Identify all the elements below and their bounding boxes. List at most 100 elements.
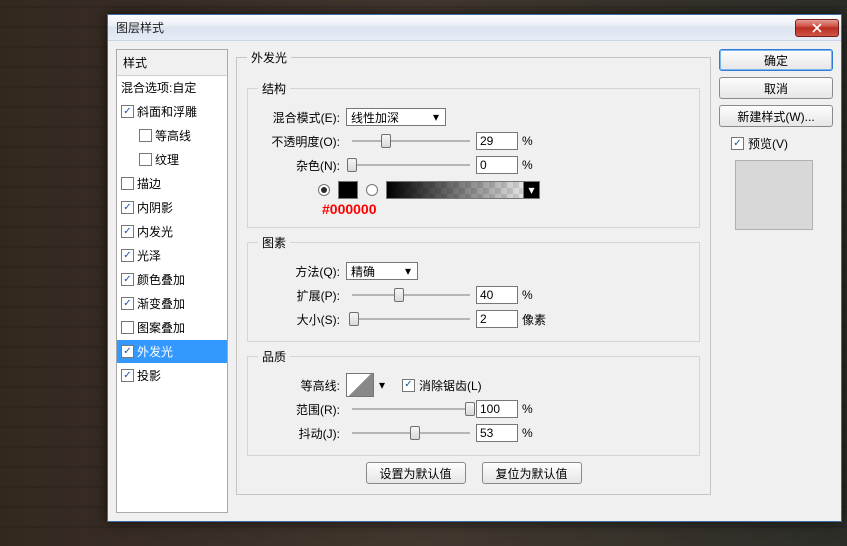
chevron-down-icon: ▾: [401, 264, 415, 278]
preview-label: 预览(V): [748, 135, 788, 152]
style-checkbox[interactable]: [121, 225, 134, 238]
style-checkbox[interactable]: [121, 321, 134, 334]
range-slider[interactable]: [352, 401, 470, 417]
close-icon: [812, 23, 822, 33]
style-item-10[interactable]: 外发光: [117, 340, 227, 364]
style-item-label: 纹理: [155, 151, 179, 168]
style-item-5[interactable]: 内发光: [117, 220, 227, 244]
style-item-label: 投影: [137, 367, 161, 384]
style-item-label: 斜面和浮雕: [137, 103, 197, 120]
make-default-button[interactable]: 设置为默认值: [366, 462, 466, 484]
style-item-label: 光泽: [137, 247, 161, 264]
style-item-11[interactable]: 投影: [117, 364, 227, 388]
style-checkbox[interactable]: [121, 249, 134, 262]
quality-legend: 品质: [258, 348, 290, 365]
reset-default-button[interactable]: 复位为默认值: [482, 462, 582, 484]
style-checkbox[interactable]: [121, 105, 134, 118]
blendmode-combo[interactable]: 线性加深 ▾: [346, 108, 446, 126]
jitter-slider[interactable]: [352, 425, 470, 441]
element-group: 图素 方法(Q): 精确 ▾ 扩展(P): 40 %: [247, 234, 700, 342]
preview-checkbox[interactable]: [731, 137, 744, 150]
color-swatch[interactable]: [338, 181, 358, 199]
chevron-down-icon[interactable]: ▾: [376, 373, 388, 397]
gradient-radio[interactable]: [366, 184, 378, 196]
style-checkbox[interactable]: [121, 177, 134, 190]
blendmode-value: 线性加深: [351, 109, 399, 126]
dialog-buttons: 确定 取消 新建样式(W)... 预览(V): [719, 49, 833, 513]
antialias-checkbox[interactable]: [402, 379, 415, 392]
style-item-9[interactable]: 图案叠加: [117, 316, 227, 340]
structure-legend: 结构: [258, 80, 290, 97]
opacity-label: 不透明度(O):: [258, 133, 346, 150]
outer-glow-group: 外发光 结构 混合模式(E): 线性加深 ▾ 不透明度(O): 29: [236, 49, 711, 495]
spread-unit: %: [522, 288, 533, 302]
style-checkbox[interactable]: [139, 153, 152, 166]
style-checkbox[interactable]: [121, 273, 134, 286]
opacity-unit: %: [522, 134, 533, 148]
style-item-label: 图案叠加: [137, 319, 185, 336]
style-item-6[interactable]: 光泽: [117, 244, 227, 268]
preview-thumbnail: [735, 160, 813, 230]
window-title: 图层样式: [116, 19, 795, 36]
contour-picker[interactable]: [346, 373, 374, 397]
size-slider[interactable]: [352, 311, 470, 327]
blend-options-label: 混合选项:自定: [121, 79, 196, 96]
jitter-unit: %: [522, 426, 533, 440]
spread-label: 扩展(P):: [258, 287, 346, 304]
ok-button[interactable]: 确定: [719, 49, 833, 71]
chevron-down-icon: ▾: [523, 182, 539, 198]
style-item-8[interactable]: 渐变叠加: [117, 292, 227, 316]
opacity-slider[interactable]: [352, 133, 470, 149]
noise-slider[interactable]: [352, 157, 470, 173]
titlebar[interactable]: 图层样式: [108, 15, 841, 41]
method-value: 精确: [351, 263, 375, 280]
style-item-4[interactable]: 内阴影: [117, 196, 227, 220]
size-label: 大小(S):: [258, 311, 346, 328]
style-item-1[interactable]: 等高线: [117, 124, 227, 148]
style-item-label: 渐变叠加: [137, 295, 185, 312]
spread-slider[interactable]: [352, 287, 470, 303]
new-style-button[interactable]: 新建样式(W)...: [719, 105, 833, 127]
close-button[interactable]: [795, 19, 839, 37]
style-checkbox[interactable]: [139, 129, 152, 142]
outer-glow-legend: 外发光: [247, 49, 291, 66]
styles-header: 样式: [117, 50, 227, 76]
style-item-label: 内发光: [137, 223, 173, 240]
antialias-label: 消除锯齿(L): [419, 377, 482, 394]
blend-options-row[interactable]: 混合选项:自定: [117, 76, 227, 100]
spread-input[interactable]: 40: [476, 286, 518, 304]
style-checkbox[interactable]: [121, 369, 134, 382]
gradient-picker[interactable]: ▾: [386, 181, 540, 199]
range-label: 范围(R):: [258, 401, 346, 418]
color-radio[interactable]: [318, 184, 330, 196]
cancel-button[interactable]: 取消: [719, 77, 833, 99]
noise-label: 杂色(N):: [258, 157, 346, 174]
quality-group: 品质 等高线: ▾ 消除锯齿(L) 范围(R):: [247, 348, 700, 456]
style-item-label: 内阴影: [137, 199, 173, 216]
color-annotation: #000000: [322, 201, 689, 217]
range-input[interactable]: 100: [476, 400, 518, 418]
style-checkbox[interactable]: [121, 201, 134, 214]
method-label: 方法(Q):: [258, 263, 346, 280]
style-item-7[interactable]: 颜色叠加: [117, 268, 227, 292]
range-unit: %: [522, 402, 533, 416]
settings-panel: 外发光 结构 混合模式(E): 线性加深 ▾ 不透明度(O): 29: [236, 49, 711, 513]
style-checkbox[interactable]: [121, 345, 134, 358]
style-item-0[interactable]: 斜面和浮雕: [117, 100, 227, 124]
structure-group: 结构 混合模式(E): 线性加深 ▾ 不透明度(O): 29 %: [247, 80, 700, 228]
style-checkbox[interactable]: [121, 297, 134, 310]
jitter-input[interactable]: 53: [476, 424, 518, 442]
noise-input[interactable]: 0: [476, 156, 518, 174]
chevron-down-icon: ▾: [429, 110, 443, 124]
size-input[interactable]: 2: [476, 310, 518, 328]
method-combo[interactable]: 精确 ▾: [346, 262, 418, 280]
noise-unit: %: [522, 158, 533, 172]
contour-label: 等高线:: [258, 377, 346, 394]
style-item-label: 外发光: [137, 343, 173, 360]
style-item-3[interactable]: 描边: [117, 172, 227, 196]
dialog-body: 样式 混合选项:自定 斜面和浮雕等高线纹理描边内阴影内发光光泽颜色叠加渐变叠加图…: [108, 41, 841, 521]
opacity-input[interactable]: 29: [476, 132, 518, 150]
style-item-2[interactable]: 纹理: [117, 148, 227, 172]
jitter-label: 抖动(J):: [258, 425, 346, 442]
style-item-label: 等高线: [155, 127, 191, 144]
